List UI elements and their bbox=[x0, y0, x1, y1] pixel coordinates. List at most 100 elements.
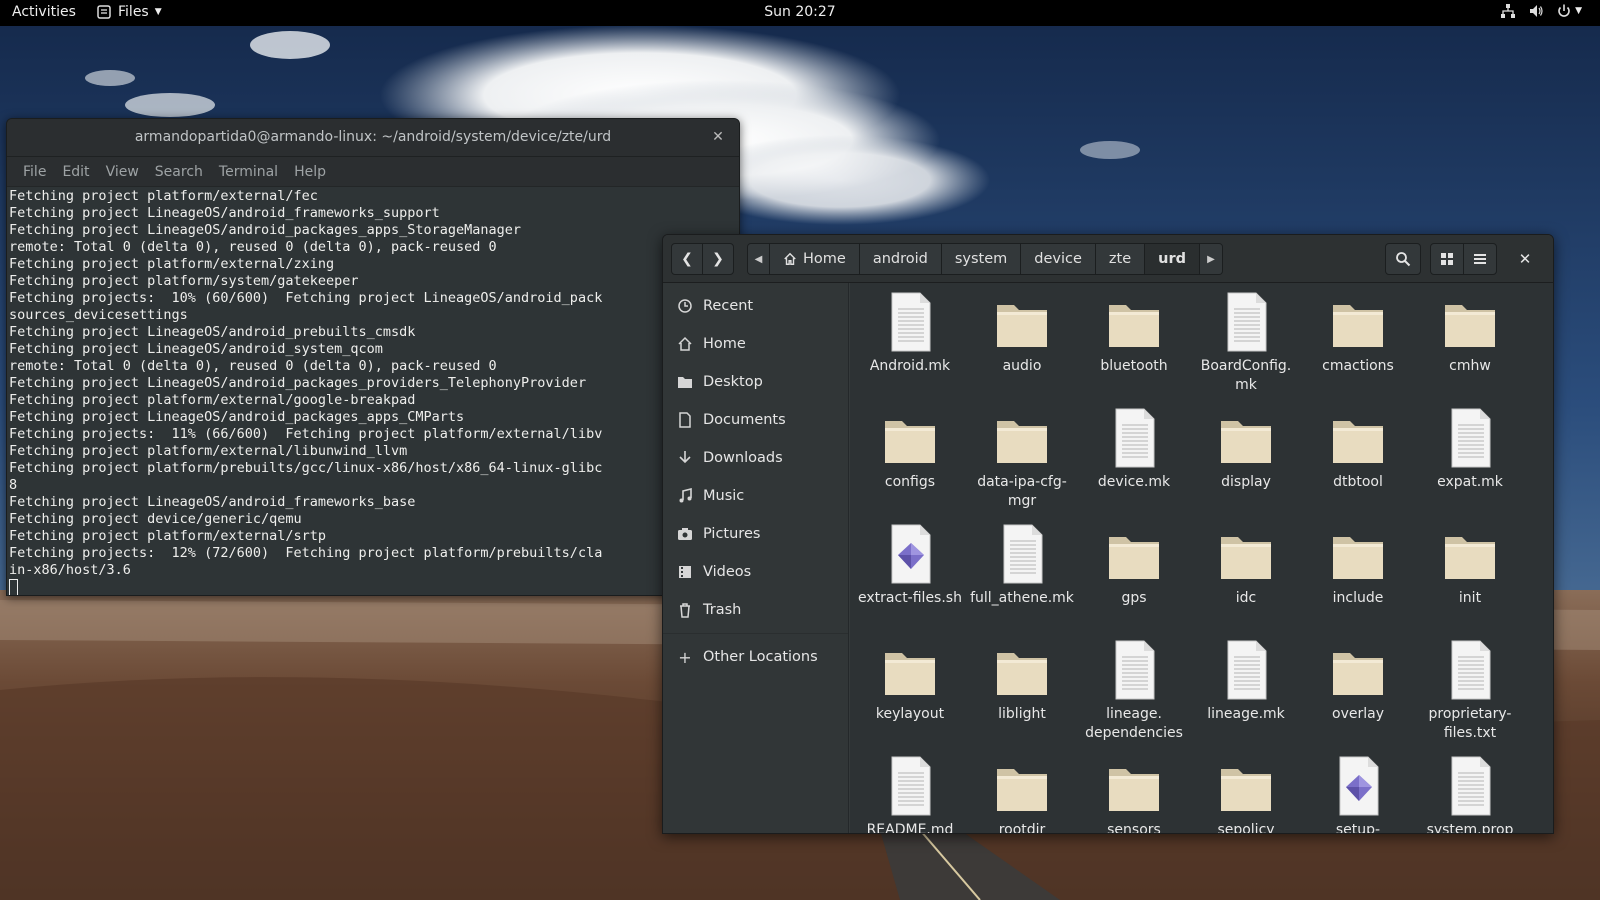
folder-item[interactable]: sepolicy bbox=[1194, 755, 1298, 833]
path-scroll-right-button[interactable]: ▶ bbox=[1200, 244, 1222, 274]
menu-view[interactable]: View bbox=[98, 164, 147, 180]
folder-icon bbox=[970, 639, 1074, 701]
item-label: BoardConfig. mk bbox=[1200, 358, 1292, 393]
folder-item[interactable]: keylayout bbox=[858, 639, 962, 724]
folder-item[interactable]: display bbox=[1194, 407, 1298, 492]
folder-item[interactable]: init bbox=[1418, 523, 1522, 608]
sidebar-item-downloads[interactable]: Downloads bbox=[663, 439, 848, 477]
folder-icon bbox=[1194, 407, 1298, 469]
menu-edit[interactable]: Edit bbox=[54, 164, 97, 180]
folder-icon bbox=[1306, 639, 1410, 701]
folder-item[interactable]: data-ipa-cfg- mgr bbox=[970, 407, 1074, 511]
sidebar-item-label: Recent bbox=[703, 298, 754, 314]
app-menu-button[interactable]: Files ▼ bbox=[96, 4, 162, 20]
file-item[interactable]: expat.mk bbox=[1418, 407, 1522, 492]
folder-item[interactable]: idc bbox=[1194, 523, 1298, 608]
sidebar-item-other-locations[interactable]: + Other Locations bbox=[663, 638, 848, 676]
terminal-titlebar[interactable]: armandopartida0@armando-linux: ~/android… bbox=[7, 119, 739, 157]
path-scroll-left-button[interactable]: ◀ bbox=[748, 244, 770, 274]
path-android-button[interactable]: android bbox=[859, 244, 942, 274]
path-device-button[interactable]: device bbox=[1021, 244, 1096, 274]
file-item[interactable]: lineage. dependencies bbox=[1082, 639, 1186, 743]
folder-icon bbox=[1082, 755, 1186, 817]
sidebar-item-music[interactable]: Music bbox=[663, 477, 848, 515]
menu-search[interactable]: Search bbox=[147, 164, 211, 180]
triangle-right-icon: ▶ bbox=[1207, 253, 1215, 265]
music-icon bbox=[679, 488, 692, 503]
folder-item[interactable]: bluetooth bbox=[1082, 291, 1186, 376]
files-window[interactable]: ❮ ❯ ◀ Home android system device zte urd… bbox=[662, 234, 1554, 834]
path-home-button[interactable]: Home bbox=[770, 244, 860, 274]
file-item[interactable]: lineage.mk bbox=[1194, 639, 1298, 724]
folder-item[interactable]: audio bbox=[970, 291, 1074, 376]
menu-file[interactable]: File bbox=[15, 164, 54, 180]
folder-item[interactable]: sensors bbox=[1082, 755, 1186, 833]
file-item[interactable]: full_athene.mk bbox=[970, 523, 1074, 608]
activities-button[interactable]: Activities bbox=[12, 4, 76, 20]
file-item[interactable]: setup- makefiles.sh bbox=[1306, 755, 1410, 833]
film-icon bbox=[679, 566, 691, 578]
folder-item[interactable]: gps bbox=[1082, 523, 1186, 608]
file-item[interactable]: system.prop bbox=[1418, 755, 1522, 833]
view-toggle-button[interactable] bbox=[1430, 243, 1464, 275]
chevron-right-icon: ❯ bbox=[712, 251, 724, 267]
folder-item[interactable]: dtbtool bbox=[1306, 407, 1410, 492]
top-bar: Activities Files ▼ Sun 20:27 ▼ bbox=[0, 0, 1600, 26]
item-label: data-ipa-cfg- mgr bbox=[977, 474, 1067, 509]
file-item[interactable]: extract-files.sh bbox=[858, 523, 962, 608]
sidebar-item-home[interactable]: Home bbox=[663, 325, 848, 363]
menu-help[interactable]: Help bbox=[286, 164, 334, 180]
terminal-menubar: File Edit View Search Terminal Help bbox=[7, 157, 739, 187]
terminal-output[interactable]: Fetching project platform/external/fec F… bbox=[7, 187, 739, 595]
folder-item[interactable]: rootdir bbox=[970, 755, 1074, 833]
menu-button[interactable] bbox=[1463, 243, 1497, 275]
clock-icon bbox=[678, 299, 692, 313]
file-item[interactable]: BoardConfig. mk bbox=[1194, 291, 1298, 395]
menu-terminal[interactable]: Terminal bbox=[211, 164, 286, 180]
item-label: audio bbox=[1002, 358, 1042, 374]
folder-item[interactable]: cmactions bbox=[1306, 291, 1410, 376]
path-urd-button[interactable]: urd bbox=[1145, 244, 1200, 274]
back-button[interactable]: ❮ bbox=[671, 243, 703, 275]
close-icon[interactable]: ✕ bbox=[709, 128, 727, 146]
sidebar-item-videos[interactable]: Videos bbox=[663, 553, 848, 591]
file-item[interactable]: proprietary- files.txt bbox=[1418, 639, 1522, 743]
sidebar-item-documents[interactable]: Documents bbox=[663, 401, 848, 439]
folder-item[interactable]: overlay bbox=[1306, 639, 1410, 724]
sidebar-item-pictures[interactable]: Pictures bbox=[663, 515, 848, 553]
app-menu-label: Files bbox=[118, 4, 149, 20]
sidebar-separator bbox=[663, 633, 848, 634]
files-headerbar[interactable]: ❮ ❯ ◀ Home android system device zte urd… bbox=[663, 235, 1553, 283]
path-system-button[interactable]: system bbox=[941, 244, 1022, 274]
sidebar-item-trash[interactable]: Trash bbox=[663, 591, 848, 629]
item-label: full_athene.mk bbox=[970, 590, 1074, 606]
item-label: keylayout bbox=[875, 706, 945, 722]
folder-item[interactable]: include bbox=[1306, 523, 1410, 608]
script-file-icon bbox=[858, 523, 962, 585]
terminal-window[interactable]: armandopartida0@armando-linux: ~/android… bbox=[6, 118, 740, 596]
search-button[interactable] bbox=[1385, 243, 1421, 275]
chevron-down-icon: ▼ bbox=[154, 7, 162, 17]
file-item[interactable]: device.mk bbox=[1082, 407, 1186, 492]
chevron-left-icon: ❮ bbox=[681, 251, 693, 267]
close-button[interactable]: ✕ bbox=[1505, 243, 1545, 275]
forward-button[interactable]: ❯ bbox=[702, 243, 734, 275]
folder-item[interactable]: liblight bbox=[970, 639, 1074, 724]
folder-icon bbox=[1194, 755, 1298, 817]
folder-item[interactable]: cmhw bbox=[1418, 291, 1522, 376]
clock[interactable]: Sun 20:27 bbox=[764, 4, 835, 20]
folder-item[interactable]: configs bbox=[858, 407, 962, 492]
places-sidebar: Recent Home Desktop Documents Downloads … bbox=[663, 283, 849, 833]
sidebar-item-recent[interactable]: Recent bbox=[663, 287, 848, 325]
item-label: lineage. dependencies bbox=[1085, 706, 1183, 741]
item-label: cmactions bbox=[1322, 358, 1394, 374]
volume-icon bbox=[1530, 5, 1543, 17]
path-zte-button[interactable]: zte bbox=[1095, 244, 1146, 274]
file-item[interactable]: Android.mk bbox=[858, 291, 962, 376]
sidebar-item-desktop[interactable]: Desktop bbox=[663, 363, 848, 401]
status-menu[interactable]: ▼ bbox=[1500, 3, 1582, 19]
item-label: liblight bbox=[998, 706, 1046, 722]
network-icon bbox=[1501, 4, 1516, 18]
file-item[interactable]: README.md bbox=[858, 755, 962, 833]
close-icon: ✕ bbox=[1518, 250, 1532, 268]
